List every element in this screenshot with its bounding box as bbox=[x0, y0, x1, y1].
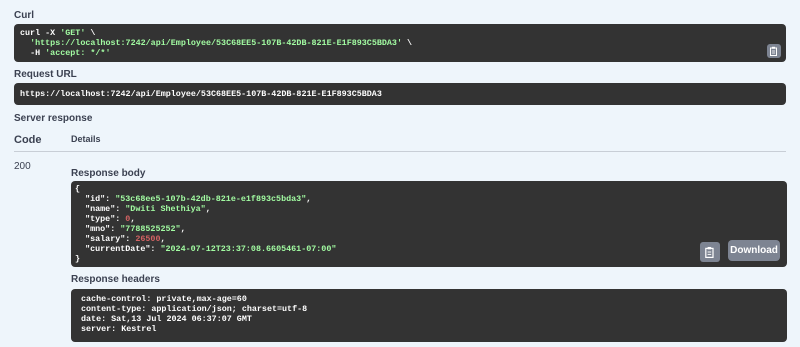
curl-line-1: curl -X 'GET' \ bbox=[20, 28, 786, 38]
details-column-header: Details bbox=[71, 134, 101, 144]
response-header-line: cache-control: private,max-age=60 bbox=[81, 294, 247, 304]
json-key: "id" bbox=[85, 194, 106, 204]
json-comma: , bbox=[306, 194, 312, 204]
json-field-line: "salary": 26500, bbox=[85, 234, 166, 244]
header-lines: cache-control: private,max-age=60 content… bbox=[81, 294, 787, 334]
response-body-block[interactable]: { "id": "53c68ee5-107b-42db-821e-e1f893c… bbox=[71, 181, 787, 267]
json-comma: , bbox=[130, 214, 136, 224]
json-value: "2024-07-12T23:37:08.6605461-07:00" bbox=[160, 244, 337, 254]
copy-response-button[interactable] bbox=[700, 242, 720, 262]
response-header-line: server: Kestrel bbox=[81, 324, 157, 334]
json-key: "mno" bbox=[85, 224, 111, 234]
curl-method: 'GET' bbox=[60, 28, 86, 38]
json-field-line: "currentDate": "2024-07-12T23:37:08.6605… bbox=[85, 244, 337, 254]
json-field-line: "name": "Dwiti Shethiya", bbox=[85, 204, 211, 214]
server-response-label: Server response bbox=[14, 113, 93, 124]
curl-command: curl -X bbox=[20, 28, 61, 38]
clipboard-icon bbox=[770, 46, 777, 56]
json-fields: "id": "53c68ee5-107b-42db-821e-e1f893c5b… bbox=[75, 194, 787, 254]
curl-line-2: 'https://localhost:7242/api/Employee/53C… bbox=[20, 38, 786, 48]
response-headers-label: Response headers bbox=[71, 274, 160, 285]
response-body-label: Response body bbox=[71, 168, 146, 179]
response-headers-block[interactable]: cache-control: private,max-age=60 content… bbox=[71, 289, 787, 342]
curl-url: 'https://localhost:7242/api/Employee/53C… bbox=[30, 38, 402, 48]
response-header-line: content-type: application/json; charset=… bbox=[81, 304, 308, 314]
curl-header-value: 'accept: */*' bbox=[45, 48, 111, 58]
json-key: "currentDate" bbox=[85, 244, 151, 254]
curl-label: Curl bbox=[14, 10, 34, 21]
download-button[interactable]: Download bbox=[728, 240, 780, 261]
clipboard-icon bbox=[705, 246, 714, 258]
json-comma: , bbox=[205, 204, 211, 214]
json-key: "type" bbox=[85, 214, 116, 224]
json-key: "salary" bbox=[85, 234, 126, 244]
curl-continuation: \ bbox=[401, 38, 413, 48]
json-comma: , bbox=[180, 224, 186, 234]
request-url-value: https://localhost:7242/api/Employee/53C6… bbox=[20, 89, 382, 99]
json-key: "name" bbox=[85, 204, 116, 214]
json-value: 26500 bbox=[135, 234, 161, 244]
copy-curl-button[interactable] bbox=[767, 44, 781, 58]
json-field-line: "type": 0, bbox=[85, 214, 136, 224]
json-value: "Dwiti Shethiya" bbox=[125, 204, 206, 214]
json-comma: , bbox=[160, 234, 166, 244]
response-header-line: date: Sat,13 Jul 2024 06:37:07 GMT bbox=[81, 314, 252, 324]
json-value: "7788525252" bbox=[120, 224, 181, 234]
json-open-brace: { bbox=[75, 184, 81, 194]
response-table-divider bbox=[14, 151, 786, 152]
response-status-code: 200 bbox=[14, 161, 31, 172]
json-close-brace: } bbox=[75, 254, 81, 264]
curl-header-flag: -H bbox=[30, 48, 46, 58]
curl-continuation: \ bbox=[85, 28, 96, 38]
code-column-header: Code bbox=[14, 134, 42, 146]
json-value: "53c68ee5-107b-42db-821e-e1f893c5bda3" bbox=[115, 194, 307, 204]
json-field-line: "id": "53c68ee5-107b-42db-821e-e1f893c5b… bbox=[85, 194, 312, 204]
curl-line-3: -H 'accept: */*' bbox=[20, 48, 786, 58]
request-url-block[interactable]: https://localhost:7242/api/Employee/53C6… bbox=[14, 83, 786, 105]
request-url-label: Request URL bbox=[14, 69, 77, 80]
json-field-line: "mno": "7788525252", bbox=[85, 224, 186, 234]
curl-code-block[interactable]: curl -X 'GET' \ 'https://localhost:7242/… bbox=[14, 24, 786, 62]
